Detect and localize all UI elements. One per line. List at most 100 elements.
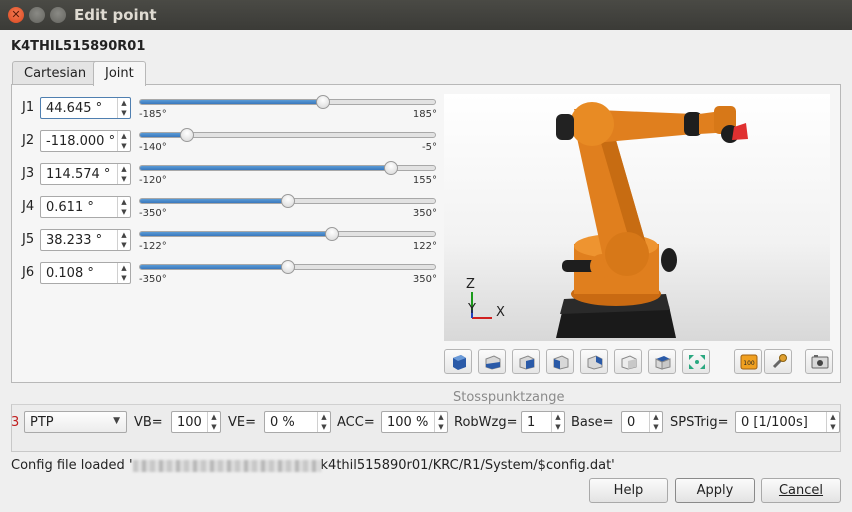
close-window-button[interactable]: ✕	[8, 7, 24, 23]
spin-down-icon[interactable]: ▼	[118, 207, 130, 217]
joint-slider[interactable]	[139, 194, 436, 208]
view-back-button[interactable]	[512, 349, 540, 374]
vb-spinbox[interactable]: 100 ▲ ▼	[171, 411, 221, 433]
maximize-window-button[interactable]	[50, 7, 66, 23]
robwzg-spinbox[interactable]: 1 ▲ ▼	[521, 411, 565, 433]
joint-slider[interactable]	[139, 260, 436, 274]
joint-label: J5	[22, 232, 35, 247]
spin-down-icon[interactable]: ▼	[118, 108, 130, 118]
acc-label: ACC=	[337, 415, 375, 430]
scale-button[interactable]: 100	[734, 349, 762, 374]
joint-max-label: 350°	[412, 208, 437, 219]
joint-spinbox[interactable]: 0.611 ° ▲ ▼	[40, 196, 131, 218]
spin-up-icon[interactable]: ▲	[118, 131, 130, 141]
joint-spinbox[interactable]: 38.233 ° ▲ ▼	[40, 229, 131, 251]
fit-all-icon	[689, 355, 705, 369]
spin-down-icon[interactable]: ▼	[208, 422, 220, 432]
spin-down-icon[interactable]: ▼	[827, 422, 839, 432]
settings-button[interactable]	[764, 349, 792, 374]
joint-max-label: -5°	[422, 142, 437, 153]
spin-down-icon[interactable]: ▼	[118, 141, 130, 151]
spin-down-icon[interactable]: ▼	[118, 240, 130, 250]
base-value: 0	[627, 415, 636, 430]
spin-up-icon[interactable]: ▲	[827, 412, 839, 422]
view-right-button[interactable]	[580, 349, 608, 374]
ve-spinbox[interactable]: 0 % ▲ ▼	[264, 411, 331, 433]
spin-up-icon[interactable]: ▲	[208, 412, 220, 422]
view-top-button[interactable]	[614, 349, 642, 374]
joint-slider[interactable]	[139, 95, 436, 109]
spin-down-icon[interactable]: ▼	[318, 422, 330, 432]
joint-spinbox[interactable]: 114.574 ° ▲ ▼	[40, 163, 131, 185]
slider-handle[interactable]	[280, 260, 295, 274]
view-front-icon	[485, 355, 501, 370]
robwzg-label: RobWzg=	[454, 415, 518, 430]
slider-fill	[140, 166, 391, 170]
screenshot-button[interactable]	[805, 349, 833, 374]
help-button[interactable]: Help	[589, 478, 668, 503]
joint-max-label: 350°	[412, 274, 437, 285]
joint-spinbox[interactable]: -118.000 ° ▲ ▼	[40, 130, 131, 152]
view-bottom-icon	[655, 356, 671, 370]
robot-name: K4THIL515890R01	[11, 39, 146, 54]
spin-up-icon[interactable]: ▲	[435, 412, 447, 422]
joint-spinbox[interactable]: 44.645 ° ▲ ▼	[40, 97, 131, 119]
joint-slider[interactable]	[139, 128, 436, 142]
spin-up-icon[interactable]: ▲	[118, 263, 130, 273]
screenshot-icon	[811, 355, 829, 369]
svg-text:100: 100	[743, 360, 755, 367]
spstrig-spinbox[interactable]: 0 [1/100s] ▲ ▼	[735, 411, 840, 433]
spin-up-icon[interactable]: ▲	[650, 412, 662, 422]
spin-up-icon[interactable]: ▲	[118, 197, 130, 207]
spin-down-icon[interactable]: ▼	[552, 422, 564, 432]
slider-handle[interactable]	[324, 227, 339, 241]
view-iso-button[interactable]	[444, 349, 472, 374]
minimize-window-button[interactable]	[29, 7, 45, 23]
spin-up-icon[interactable]: ▲	[118, 98, 130, 108]
cancel-button[interactable]: Cancel	[761, 478, 841, 503]
joint-value: 114.574 °	[46, 167, 111, 182]
point-index: 3	[11, 415, 20, 430]
spin-down-icon[interactable]: ▼	[650, 422, 662, 432]
slider-handle[interactable]	[383, 161, 398, 175]
tab-cartesian[interactable]: Cartesian	[12, 61, 99, 85]
view-front-button[interactable]	[478, 349, 506, 374]
joint-min-label: -350°	[139, 274, 167, 285]
motion-type-select[interactable]: PTP ▼	[24, 411, 127, 433]
spin-down-icon[interactable]: ▼	[435, 422, 447, 432]
acc-spinbox[interactable]: 100 % ▲ ▼	[381, 411, 448, 433]
joint-min-label: -122°	[139, 241, 167, 252]
joint-slider[interactable]	[139, 161, 436, 175]
joint-max-label: 122°	[412, 241, 437, 252]
joint-value: 0.611 °	[46, 200, 94, 215]
joint-min-label: -350°	[139, 208, 167, 219]
spin-up-icon[interactable]: ▲	[318, 412, 330, 422]
view-left-icon	[553, 355, 569, 370]
view-bottom-button[interactable]	[648, 349, 676, 374]
joint-label: J2	[22, 133, 35, 148]
apply-button[interactable]: Apply	[675, 478, 755, 503]
spin-down-icon[interactable]: ▼	[118, 174, 130, 184]
group-title: Stosspunktzange	[453, 390, 565, 405]
slider-handle[interactable]	[280, 194, 295, 208]
view-left-button[interactable]	[546, 349, 574, 374]
spstrig-label: SPSTrig=	[670, 415, 729, 430]
robot-3d-view[interactable]: Z Y X	[444, 94, 830, 341]
spin-down-icon[interactable]: ▼	[118, 273, 130, 283]
joint-slider[interactable]	[139, 227, 436, 241]
fit-all-button[interactable]	[682, 349, 710, 374]
slider-handle[interactable]	[315, 95, 330, 109]
joint-spinbox[interactable]: 0.108 ° ▲ ▼	[40, 262, 131, 284]
joint-label: J3	[22, 166, 35, 181]
spin-up-icon[interactable]: ▲	[118, 164, 130, 174]
chevron-down-icon: ▼	[113, 416, 120, 426]
base-spinbox[interactable]: 0 ▲ ▼	[621, 411, 663, 433]
joint-value: 38.233 °	[46, 233, 103, 248]
slider-fill	[140, 232, 332, 236]
tab-joint[interactable]: Joint	[93, 61, 146, 86]
joint-label: J6	[22, 265, 35, 280]
motion-type-value: PTP	[30, 415, 54, 430]
spstrig-value: 0 [1/100s]	[741, 415, 808, 430]
spin-up-icon[interactable]: ▲	[552, 412, 564, 422]
spin-up-icon[interactable]: ▲	[118, 230, 130, 240]
